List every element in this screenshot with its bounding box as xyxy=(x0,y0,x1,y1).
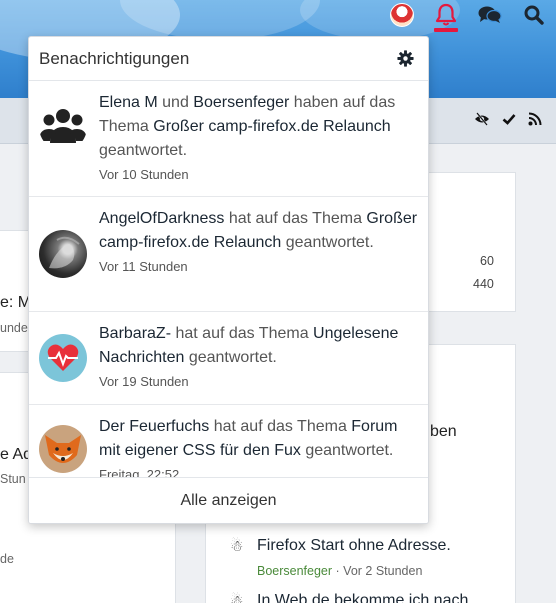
thread-title[interactable]: In Web.de bekomme ich nach xyxy=(257,592,468,603)
search-button[interactable] xyxy=(512,0,556,30)
notifications-list: Elena M und Boersenfeger haben auf das T… xyxy=(29,81,428,479)
notification-item[interactable]: Elena M und Boersenfeger haben auf das T… xyxy=(29,81,428,197)
notification-user[interactable]: Elena M xyxy=(99,94,158,111)
notification-user[interactable]: Boersenfeger xyxy=(193,94,289,111)
notification-text: Elena M und Boersenfeger haben auf das T… xyxy=(99,91,418,163)
notifications-dropdown: Benachrichtigungen Elena M und Boersenfe… xyxy=(28,36,429,524)
thread-icon: ☃ xyxy=(230,593,244,603)
notifications-header: Benachrichtigungen xyxy=(29,37,428,81)
notification-text: AngelOfDarkness hat auf das Thema Großer… xyxy=(99,207,418,255)
notification-time: Vor 19 Stunden xyxy=(99,374,189,389)
notification-user[interactable]: AngelOfDarkness xyxy=(99,210,224,227)
notifications-button[interactable] xyxy=(424,0,468,32)
notification-item[interactable]: Der Feuerfuchs hat auf das Thema Forum m… xyxy=(29,405,428,479)
hide-icon[interactable] xyxy=(474,112,490,126)
notification-thread[interactable]: Großer camp-firefox.de Relaunch xyxy=(153,118,390,135)
notification-end: geantwortet. xyxy=(300,442,394,459)
left-snippet: unde xyxy=(0,321,28,335)
conversations-icon xyxy=(478,6,502,23)
notification-item[interactable]: AngelOfDarkness hat auf das Thema Großer… xyxy=(29,197,428,312)
header-user-panel xyxy=(380,0,556,32)
thread-meta: Boersenfeger · Vor 2 Stunden xyxy=(257,564,422,578)
thread-title[interactable]: Firefox Start ohne Adresse. xyxy=(257,537,451,555)
notification-time: Vor 11 Stunden xyxy=(99,259,188,274)
bell-icon xyxy=(435,3,457,26)
conversations-button[interactable] xyxy=(468,0,512,30)
notification-verb: hat auf das Thema xyxy=(224,210,367,227)
left-snippet: de xyxy=(0,552,14,566)
gear-icon xyxy=(396,50,414,67)
user-avatar xyxy=(39,230,87,278)
search-icon xyxy=(524,5,544,25)
stat-value: 440 xyxy=(473,277,494,291)
thread-time: · Vor 2 Stunden xyxy=(335,564,423,578)
notification-end: geantwortet. xyxy=(99,142,188,159)
fox-avatar xyxy=(39,425,87,473)
show-all-button[interactable]: Alle anzeigen xyxy=(29,477,428,523)
user-avatar xyxy=(390,3,414,27)
rss-icon[interactable] xyxy=(528,112,542,126)
notification-verb: hat auf das Thema xyxy=(209,418,352,435)
notification-text: Der Feuerfuchs hat auf das Thema Forum m… xyxy=(99,415,418,463)
notification-user[interactable]: BarbaraZ- xyxy=(99,325,171,342)
notification-text: BarbaraZ- hat auf das Thema Ungelesene N… xyxy=(99,322,418,370)
notification-user[interactable]: Der Feuerfuchs xyxy=(99,418,209,435)
thread-title-fragment: ben xyxy=(430,423,457,440)
left-snippet: Stun xyxy=(0,472,26,486)
check-icon[interactable] xyxy=(502,112,516,126)
notification-verb: hat auf das Thema xyxy=(171,325,314,342)
user-avatar-button[interactable] xyxy=(380,0,424,30)
settings-button[interactable] xyxy=(396,50,414,68)
thread-icon: ☃ xyxy=(230,538,244,555)
thread-author[interactable]: Boersenfeger xyxy=(257,564,332,578)
group-icon xyxy=(39,103,87,151)
notification-end: geantwortet. xyxy=(281,234,374,251)
stat-value: 60 xyxy=(480,254,494,268)
heart-avatar xyxy=(39,334,87,382)
left-snippet: e: M xyxy=(0,294,32,311)
notification-item[interactable]: BarbaraZ- hat auf das Thema Ungelesene N… xyxy=(29,312,428,405)
notification-connector: und xyxy=(157,94,194,111)
notifications-title: Benachrichtigungen xyxy=(39,48,190,68)
notification-end: geantwortet. xyxy=(184,349,277,366)
notification-time: Vor 10 Stunden xyxy=(99,167,189,182)
